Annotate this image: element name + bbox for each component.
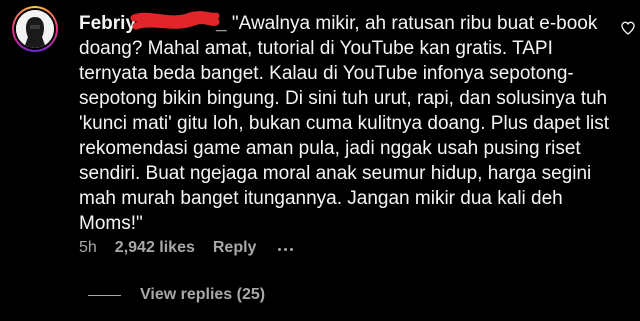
comment-content: Febriy _ "Awalnya mikir, ah ratusan ribu … [79,11,619,236]
heart-icon[interactable] [620,20,636,36]
comment-meta: 5h 2,942 likes Reply [79,239,311,257]
comment-text: "Awalnya mikir, ah ratusan ribu buat e-b… [79,13,610,234]
replies-divider [88,294,121,296]
username[interactable]: Febriy _ [79,11,227,34]
username-text: Febriy [79,13,137,34]
avatar-figure-icon [16,10,54,48]
avatar-inner [14,8,56,50]
comment-body: Febriy _ "Awalnya mikir, ah ratusan ribu … [79,11,619,236]
avatar[interactable] [12,6,58,52]
reply-button[interactable]: Reply [213,239,257,257]
timestamp: 5h [79,239,97,256]
redaction-scribble [130,11,220,31]
likes-count[interactable]: 2,942 likes [115,239,195,257]
comment: Febriy _ "Awalnya mikir, ah ratusan ribu … [0,0,640,321]
more-options-icon[interactable] [278,247,294,251]
view-replies-button[interactable]: View replies (25) [88,286,265,304]
avatar-image [16,10,54,48]
view-replies-label: View replies (25) [140,286,266,303]
